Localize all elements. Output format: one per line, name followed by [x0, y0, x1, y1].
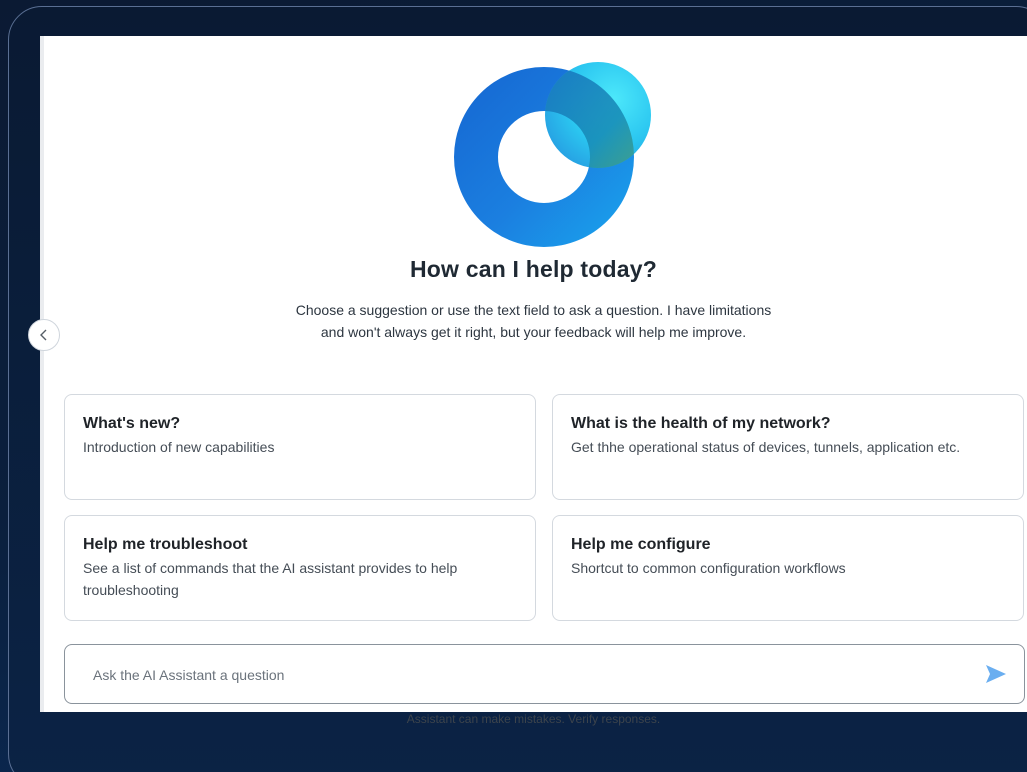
- suggestion-description: Introduction of new capabilities: [83, 439, 275, 455]
- ai-assistant-logo: [454, 62, 651, 247]
- suggestion-description: Get thhe operational status of devices, …: [571, 439, 961, 455]
- send-icon[interactable]: [984, 662, 1008, 686]
- suggestion-network-health[interactable]: What is the health of my network? Get th…: [552, 394, 1024, 500]
- suggestion-whats-new[interactable]: What's new? Introduction of new capabili…: [64, 394, 536, 500]
- suggestion-title: What's new?: [83, 415, 181, 432]
- suggestion-configure[interactable]: Help me configure Shortcut to common con…: [552, 515, 1024, 621]
- page-subtitle: Choose a suggestion or use the text fiel…: [40, 299, 1027, 343]
- suggestion-title: Help me configure: [571, 536, 711, 553]
- suggestion-troubleshoot[interactable]: Help me troubleshoot See a list of comma…: [64, 515, 536, 621]
- suggestion-title: What is the health of my network?: [571, 415, 831, 432]
- suggestion-description: Shortcut to common configuration workflo…: [571, 560, 846, 576]
- suggestion-description: See a list of commands that the AI assis…: [83, 560, 458, 598]
- page-title: How can I help today?: [409, 256, 657, 282]
- question-input[interactable]: [91, 645, 955, 705]
- subtitle-line: and won't always get it right, but your …: [320, 324, 747, 340]
- panel-edge: [40, 36, 44, 712]
- question-box: [64, 644, 1025, 705]
- subtitle-line: Choose a suggestion or use the text fiel…: [295, 302, 772, 318]
- suggestion-title: Help me troubleshoot: [83, 536, 248, 553]
- disclaimer-text: Assistant can make mistakes. Verify resp…: [406, 712, 661, 726]
